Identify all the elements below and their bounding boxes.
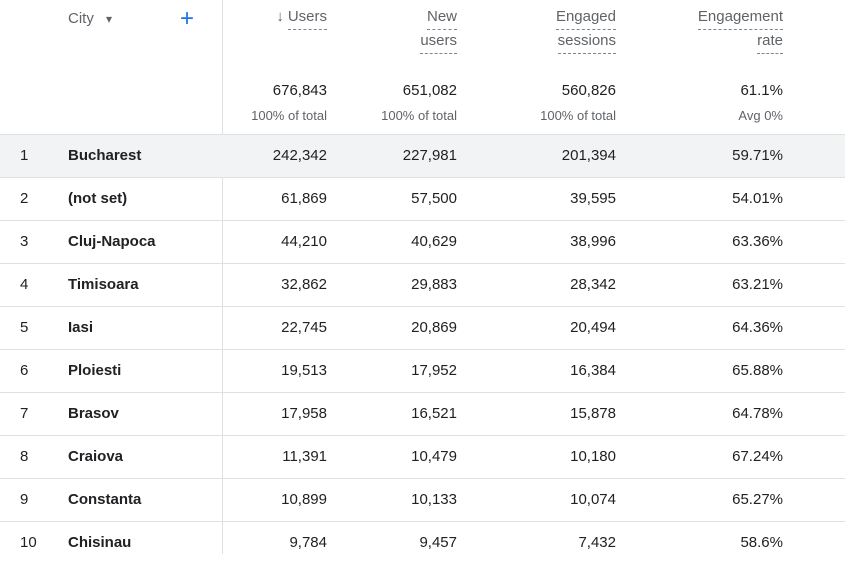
users-value: 44,210 (281, 233, 327, 250)
row-index: 7 (20, 405, 29, 422)
table-row[interactable]: 3 Cluj-Napoca 44,210 40,629 38,996 63.36… (0, 221, 845, 264)
engagement-rate-value: 63.21% (732, 276, 783, 293)
engagement-rate-value: 58.6% (740, 534, 783, 551)
city-name: Iasi (68, 319, 94, 336)
table-row[interactable]: 4 Timisoara 32,862 29,883 28,342 63.21% (0, 264, 845, 307)
rate-header-line1: Engagement (697, 6, 783, 30)
city-name: (not set) (68, 190, 128, 207)
new-users-total: 651,082 (402, 82, 457, 99)
engagement-rate-value: 63.36% (732, 233, 783, 250)
city-name: Chisinau (68, 534, 132, 551)
engaged-sessions-value: 7,432 (578, 534, 616, 551)
rate-total: 61.1% (740, 82, 783, 99)
row-index: 6 (20, 362, 29, 379)
engaged-header-line1: Engaged (555, 6, 616, 30)
new-users-value: 40,629 (411, 233, 457, 250)
users-value: 10,899 (281, 491, 327, 508)
new-users-value: 9,457 (419, 534, 457, 551)
new-users-column-header[interactable]: New users (350, 6, 457, 54)
users-total-percent: 100% of total (251, 108, 327, 123)
engagement-rate-column-header[interactable]: Engagement rate (660, 6, 783, 54)
chevron-down-icon: ▾ (106, 12, 113, 26)
users-value: 19,513 (281, 362, 327, 379)
engaged-total: 560,826 (561, 82, 616, 99)
city-name: Cluj-Napoca (68, 233, 156, 250)
engaged-total-percent: 100% of total (540, 108, 616, 123)
engagement-rate-value: 65.27% (732, 491, 783, 508)
engaged-sessions-value: 10,074 (570, 491, 616, 508)
rate-header-line2: rate (757, 30, 783, 54)
new-users-value: 29,883 (411, 276, 457, 293)
new-users-header-line2: users (420, 30, 457, 54)
new-users-value: 10,479 (411, 448, 457, 465)
engagement-rate-value: 65.88% (732, 362, 783, 379)
city-name: Bucharest (68, 147, 142, 164)
engagement-rate-value: 59.71% (732, 147, 783, 164)
city-dimension-selector[interactable]: City ▾ (68, 10, 112, 27)
table-row[interactable]: 2 (not set) 61,869 57,500 39,595 54.01% (0, 178, 845, 221)
users-value: 61,869 (281, 190, 327, 207)
new-users-value: 57,500 (411, 190, 457, 207)
add-dimension-button[interactable]: + (180, 5, 194, 33)
engaged-header-line2: sessions (557, 30, 616, 54)
city-report-table: City ▾ + ↓ Users New users Engaged sessio… (0, 0, 845, 554)
users-value: 11,391 (282, 448, 327, 465)
row-index: 10 (20, 534, 37, 551)
row-index: 2 (20, 190, 29, 207)
engagement-rate-value: 54.01% (732, 190, 783, 207)
table-row[interactable]: 9 Constanta 10,899 10,133 10,074 65.27% (0, 479, 845, 522)
users-value: 22,745 (281, 319, 327, 336)
users-value: 242,342 (272, 147, 327, 164)
new-users-total-percent: 100% of total (381, 108, 457, 123)
users-total: 676,843 (272, 82, 327, 99)
new-users-value: 16,521 (411, 405, 457, 422)
city-name: Ploiesti (68, 362, 122, 379)
table-row[interactable]: 10 Chisinau 9,784 9,457 7,432 58.6% (0, 522, 845, 564)
engagement-rate-value: 64.78% (732, 405, 783, 422)
city-name: Craiova (68, 448, 124, 465)
users-value: 17,958 (281, 405, 327, 422)
engaged-sessions-value: 39,595 (570, 190, 616, 207)
row-index: 1 (20, 147, 29, 164)
table-row[interactable]: 8 Craiova 11,391 10,479 10,180 67.24% (0, 436, 845, 479)
city-label: City (68, 10, 94, 27)
table-row[interactable]: 6 Ploiesti 19,513 17,952 16,384 65.88% (0, 350, 845, 393)
engaged-sessions-value: 38,996 (570, 233, 616, 250)
row-index: 3 (20, 233, 29, 250)
table-row[interactable]: 1 Bucharest 242,342 227,981 201,394 59.7… (0, 135, 845, 178)
users-value: 32,862 (281, 276, 327, 293)
new-users-value: 227,981 (402, 147, 457, 164)
new-users-value: 20,869 (411, 319, 457, 336)
engaged-sessions-column-header[interactable]: Engaged sessions (500, 6, 616, 54)
city-name: Brasov (68, 405, 119, 422)
engaged-sessions-value: 201,394 (561, 147, 616, 164)
new-users-header-line1: New (426, 6, 457, 30)
new-users-value: 10,133 (411, 491, 457, 508)
engaged-sessions-value: 16,384 (570, 362, 616, 379)
engaged-sessions-value: 20,494 (570, 319, 616, 336)
city-name: Timisoara (68, 276, 139, 293)
city-name: Constanta (68, 491, 142, 508)
sort-down-arrow-icon: ↓ (276, 8, 284, 25)
table-row[interactable]: 7 Brasov 17,958 16,521 15,878 64.78% (0, 393, 845, 436)
engaged-sessions-value: 10,180 (570, 448, 616, 465)
users-column-header[interactable]: ↓ Users (226, 6, 327, 30)
users-value: 9,784 (289, 534, 327, 551)
engaged-sessions-value: 28,342 (570, 276, 616, 293)
engaged-sessions-value: 15,878 (570, 405, 616, 422)
table-header: City ▾ + ↓ Users New users Engaged sessio… (0, 0, 845, 135)
new-users-value: 17,952 (411, 362, 457, 379)
rate-average: Avg 0% (738, 108, 783, 123)
row-index: 8 (20, 448, 29, 465)
table-row[interactable]: 5 Iasi 22,745 20,869 20,494 64.36% (0, 307, 845, 350)
row-index: 9 (20, 491, 29, 508)
row-index: 5 (20, 319, 29, 336)
engagement-rate-value: 64.36% (732, 319, 783, 336)
row-index: 4 (20, 276, 29, 293)
engagement-rate-value: 67.24% (732, 448, 783, 465)
users-header-label: Users (287, 6, 327, 30)
